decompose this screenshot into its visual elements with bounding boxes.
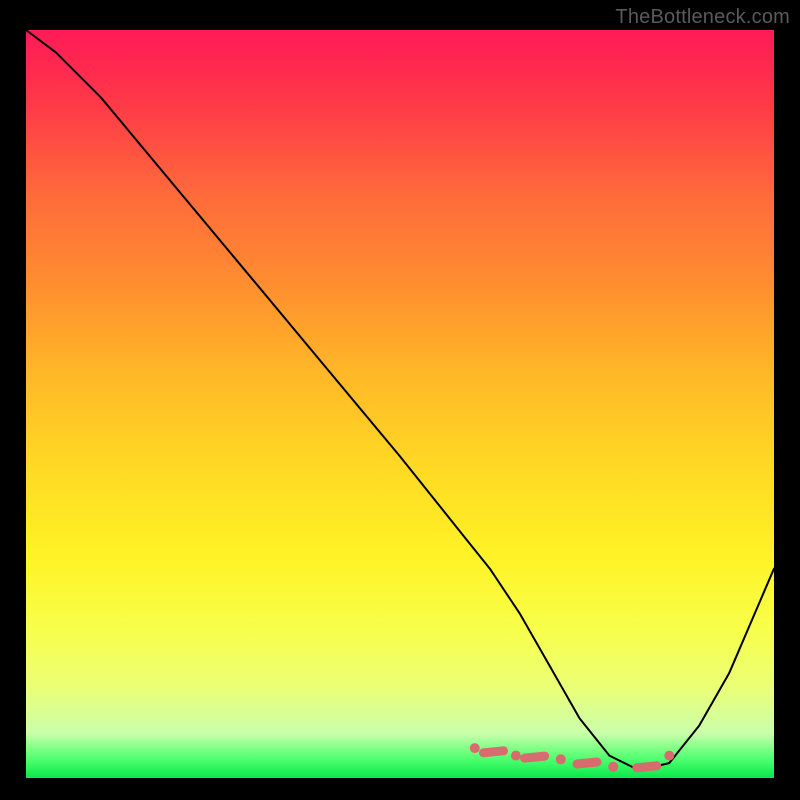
trough-marker-dot	[470, 743, 480, 753]
trough-marker-dot	[556, 754, 566, 764]
plot-area	[26, 30, 774, 778]
trough-marker-dash	[525, 756, 545, 758]
watermark-text: TheBottleneck.com	[615, 6, 790, 29]
trough-marker-dot	[664, 751, 674, 761]
trough-marker-dash	[637, 766, 657, 768]
trough-marker-dot	[608, 762, 618, 772]
curve-svg	[26, 30, 774, 778]
trough-marker-dash	[484, 751, 504, 753]
bottleneck-curve	[26, 30, 774, 771]
trough-marker-dot	[511, 751, 521, 761]
trough-markers	[470, 743, 675, 772]
chart-frame: TheBottleneck.com	[0, 0, 800, 800]
trough-marker-dash	[577, 762, 597, 764]
